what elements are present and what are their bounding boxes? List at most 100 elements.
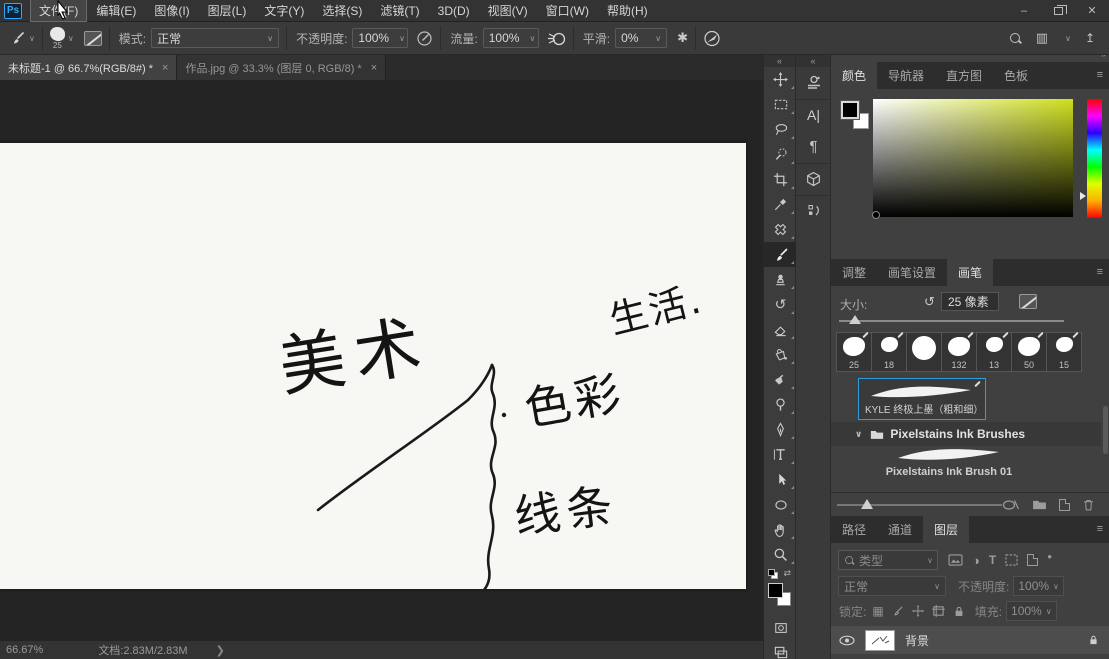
- layer-filter-select[interactable]: 类型 ∨: [838, 550, 938, 570]
- eraser-tool[interactable]: [764, 317, 797, 342]
- flow-select[interactable]: 100% ∨: [483, 28, 539, 48]
- filter-type-layers-icon[interactable]: T: [989, 553, 996, 567]
- pen-tool[interactable]: [764, 417, 797, 442]
- screen-mode-button[interactable]: [764, 640, 797, 659]
- lock-all-icon[interactable]: [953, 605, 965, 618]
- brush-item-pixelstains01[interactable]: Pixelstains Ink Brush 01: [879, 446, 1019, 492]
- lasso-tool[interactable]: [764, 117, 797, 142]
- lock-transparency-icon[interactable]: ▦: [872, 604, 883, 618]
- shape-tool[interactable]: [764, 492, 797, 517]
- brush-settings-panel-icon[interactable]: [796, 67, 831, 99]
- dodge-tool[interactable]: [764, 392, 797, 417]
- tab-brush-settings[interactable]: 画笔设置: [877, 259, 947, 286]
- lock-artboard-icon[interactable]: [932, 605, 945, 617]
- preview-size-slider-thumb[interactable]: [861, 499, 873, 509]
- layer-fill-input[interactable]: 100% ∨: [1006, 601, 1057, 621]
- brush-preset-picker[interactable]: 25: [50, 27, 65, 50]
- layer-thumbnail[interactable]: [865, 630, 895, 651]
- opacity-select[interactable]: 100% ∨: [352, 28, 408, 48]
- airbrush-icon[interactable]: [547, 30, 566, 47]
- chevron-down-icon[interactable]: ∨: [855, 429, 862, 440]
- swap-colors-icon[interactable]: ⇄: [783, 568, 791, 579]
- move-tool[interactable]: [764, 67, 797, 92]
- filter-pixel-layers-icon[interactable]: [948, 554, 963, 566]
- status-chevron-icon[interactable]: ❯: [216, 644, 225, 657]
- brush-preset[interactable]: 50: [1011, 332, 1047, 372]
- brush-angle-icon[interactable]: [703, 30, 721, 47]
- eyedropper-tool[interactable]: [764, 192, 797, 217]
- menu-type[interactable]: 文字(Y): [256, 0, 312, 21]
- filter-adjustment-layers-icon[interactable]: ◑: [972, 553, 980, 568]
- brush-size-input[interactable]: 25 像素: [941, 292, 999, 311]
- 3d-panel-icon[interactable]: [796, 163, 831, 195]
- scrollbar[interactable]: [1103, 406, 1108, 454]
- menu-edit[interactable]: 编辑(E): [88, 0, 144, 21]
- panel-menu-icon[interactable]: ≡: [1097, 523, 1103, 535]
- trash-icon[interactable]: [1082, 498, 1095, 512]
- document-tab-untitled[interactable]: 未标题-1 @ 66.7%(RGB/8#) * ×: [0, 55, 177, 80]
- tab-layers[interactable]: 图层: [923, 516, 969, 543]
- type-tool[interactable]: [764, 442, 797, 467]
- marquee-tool[interactable]: [764, 92, 797, 117]
- crop-tool[interactable]: [764, 167, 797, 192]
- saturation-brightness-field[interactable]: [873, 99, 1073, 217]
- brush-group-row[interactable]: ∨ Pixelstains Ink Brushes: [831, 422, 1101, 446]
- brush-preset[interactable]: 25: [836, 332, 872, 372]
- glyphs-panel-icon[interactable]: [796, 195, 831, 227]
- close-icon[interactable]: ×: [162, 62, 168, 74]
- menu-window[interactable]: 窗口(W): [538, 0, 597, 21]
- path-selection-tool[interactable]: [764, 467, 797, 492]
- layer-blend-mode-select[interactable]: 正常 ∨: [838, 576, 946, 596]
- close-icon[interactable]: ×: [371, 62, 377, 74]
- menu-image[interactable]: 图像(I): [146, 0, 197, 21]
- menu-layer[interactable]: 图层(L): [200, 0, 255, 21]
- spot-healing-brush-tool[interactable]: [764, 217, 797, 242]
- brush-preset[interactable]: 15: [1046, 332, 1082, 372]
- paint-bucket-tool[interactable]: [764, 342, 797, 367]
- close-button[interactable]: ✕: [1075, 0, 1109, 21]
- tab-paths[interactable]: 路径: [831, 516, 877, 543]
- quick-mask-button[interactable]: [764, 615, 797, 640]
- smoothing-select[interactable]: 0% ∨: [615, 28, 667, 48]
- smudge-tool[interactable]: ☛: [764, 367, 797, 392]
- filter-smart-objects-icon[interactable]: [1027, 554, 1038, 566]
- chevron-down-icon[interactable]: ∨: [68, 34, 74, 43]
- character-panel-icon[interactable]: A|: [796, 99, 831, 131]
- tab-channels[interactable]: 通道: [877, 516, 923, 543]
- new-group-folder-icon[interactable]: [1032, 499, 1047, 510]
- filter-shape-layers-icon[interactable]: [1005, 554, 1018, 566]
- menu-help[interactable]: 帮助(H): [599, 0, 656, 21]
- brush-size-slider[interactable]: [839, 320, 1064, 322]
- brush-preset[interactable]: [906, 332, 942, 372]
- brush-size-slider-thumb[interactable]: [849, 315, 861, 324]
- restore-button[interactable]: [1041, 0, 1075, 21]
- foreground-color-swatch[interactable]: [841, 101, 859, 119]
- clone-stamp-tool[interactable]: [764, 267, 797, 292]
- tab-histogram[interactable]: 直方图: [935, 62, 993, 89]
- menu-3d[interactable]: 3D(D): [430, 2, 478, 20]
- paragraph-panel-icon[interactable]: ¶: [796, 131, 831, 163]
- layer-visibility-eye-icon[interactable]: [839, 635, 855, 646]
- quick-selection-tool[interactable]: [764, 142, 797, 167]
- selected-brush-kyle[interactable]: KYLE 终极上墨（粗和细）: [858, 378, 986, 420]
- share-icon[interactable]: ↥: [1085, 31, 1095, 45]
- lock-position-icon[interactable]: [912, 605, 924, 617]
- filter-toggle-icon[interactable]: ●: [1047, 552, 1052, 561]
- zoom-level[interactable]: 66.67%: [6, 644, 43, 656]
- history-brush-tool[interactable]: ↺: [764, 292, 797, 317]
- hue-slider[interactable]: [1087, 99, 1102, 218]
- brush-tool[interactable]: [764, 242, 797, 267]
- minimize-button[interactable]: –: [1007, 0, 1041, 21]
- chevron-down-icon[interactable]: ∨: [1065, 34, 1071, 43]
- panel-menu-icon[interactable]: ≡: [1097, 266, 1103, 278]
- tab-brushes[interactable]: 画笔: [947, 259, 993, 286]
- search-icon[interactable]: [1009, 32, 1022, 45]
- canvas[interactable]: 美术 生活. 色彩 线条: [0, 143, 746, 589]
- tab-swatches[interactable]: 色板: [993, 62, 1039, 89]
- blend-mode-select[interactable]: 正常 ∨: [151, 28, 279, 48]
- menu-filter[interactable]: 滤镜(T): [372, 0, 427, 21]
- color-picker-cursor[interactable]: [872, 211, 880, 219]
- collapse-dock-icon[interactable]: «: [796, 55, 830, 67]
- workspace-icon[interactable]: ▥: [1036, 30, 1048, 46]
- brush-preset[interactable]: 18: [871, 332, 907, 372]
